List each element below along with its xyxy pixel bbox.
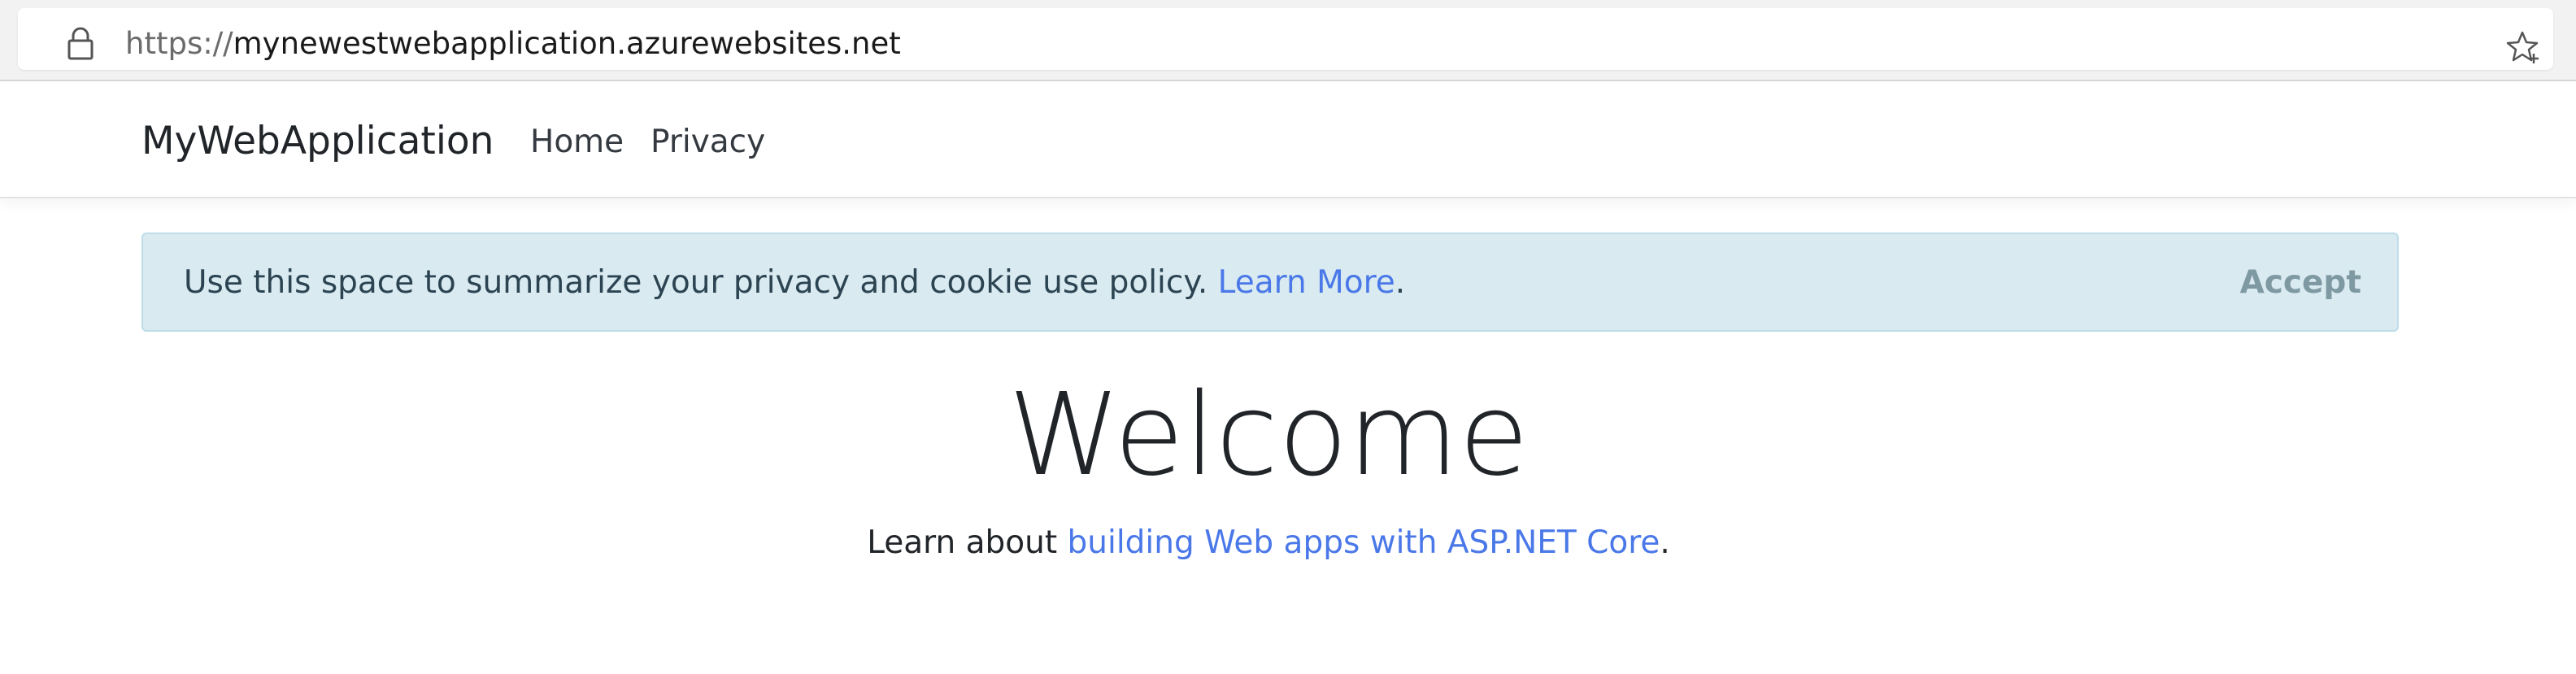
url-scheme: https://: [125, 26, 233, 61]
browser-toolbar: https://mynewestwebapplication.azurewebs…: [0, 0, 2576, 81]
cookie-policy-message: Use this space to summarize your privacy…: [184, 264, 1208, 301]
learn-about-text: Learn about building Web apps with ASP.N…: [0, 524, 2537, 563]
add-favorite-star-icon[interactable]: [2506, 29, 2542, 65]
welcome-heading: Welcome: [1007, 369, 1530, 502]
site-navbar: MyWebApplication Home Privacy: [0, 83, 2576, 198]
cookie-consent-banner: Use this space to summarize your privacy…: [141, 233, 2399, 332]
learn-about-period: .: [1660, 524, 1670, 561]
learn-more-link[interactable]: Learn More: [1218, 264, 1395, 301]
site-brand[interactable]: MyWebApplication: [141, 119, 494, 164]
accept-button[interactable]: Accept: [2240, 263, 2361, 302]
aspnet-core-docs-link[interactable]: building Web apps with ASP.NET Core: [1068, 524, 1660, 561]
url-host: mynewestwebapplication.azurewebsites.net: [233, 26, 901, 61]
nav-link-home[interactable]: Home: [530, 124, 624, 161]
lock-icon[interactable]: [67, 26, 94, 62]
address-url[interactable]: https://mynewestwebapplication.azurewebs…: [125, 26, 901, 62]
learn-about-prefix: Learn about: [867, 524, 1058, 561]
address-bar[interactable]: https://mynewestwebapplication.azurewebs…: [18, 8, 2553, 70]
cookie-policy-period: .: [1395, 264, 1406, 301]
nav-link-privacy[interactable]: Privacy: [651, 124, 765, 161]
cookie-policy-text: Use this space to summarize your privacy…: [184, 263, 1405, 302]
